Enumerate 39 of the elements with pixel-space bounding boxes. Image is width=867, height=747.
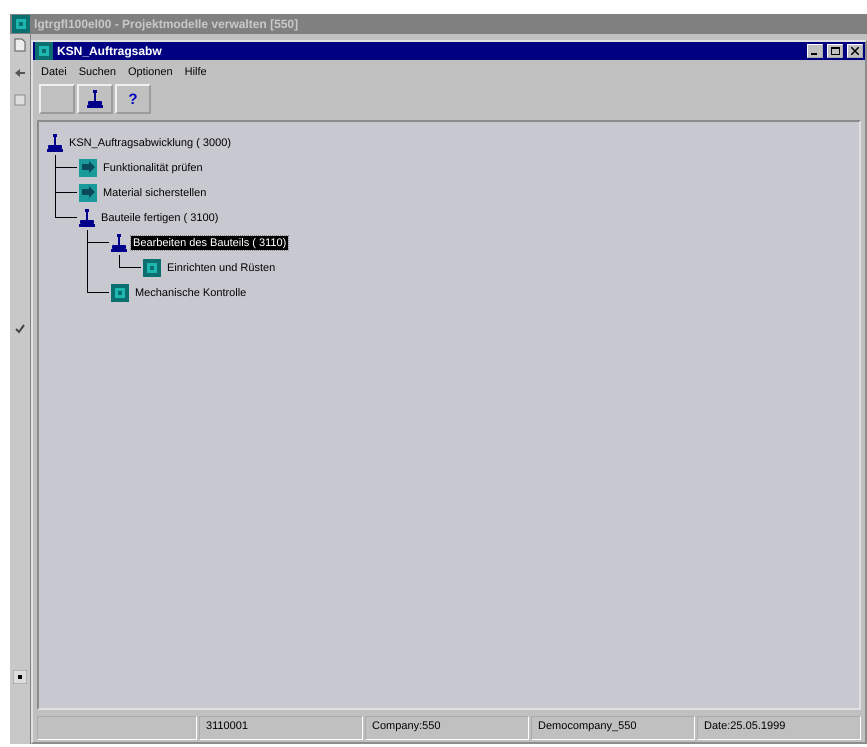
maximize-icon: [830, 47, 840, 55]
tree-item[interactable]: Einrichten und Rüsten: [165, 260, 278, 274]
close-icon: [851, 47, 859, 55]
stamp-button[interactable]: [77, 84, 113, 114]
status-field: Company:550: [365, 716, 529, 740]
tree-item[interactable]: Funktionalität prüfen: [101, 160, 205, 174]
tile-icon: [35, 42, 53, 60]
status-field: 3110001: [199, 716, 363, 740]
tile-icon: [143, 258, 161, 276]
tree-item[interactable]: Bearbeiten des Bauteils ( 3110): [131, 236, 288, 250]
tree-item[interactable]: Material sicherstellen: [101, 186, 208, 200]
status-field: Democompany_550: [531, 716, 695, 740]
menu-item[interactable]: Datei: [41, 66, 67, 78]
tree-item[interactable]: KSN_Auftragsabwicklung ( 3000): [67, 136, 234, 150]
tree-item[interactable]: Bauteile fertigen ( 3100): [99, 210, 220, 224]
stamp-icon: [79, 208, 95, 226]
scroll-button-icon[interactable]: [13, 670, 27, 684]
minimize-button[interactable]: [807, 44, 823, 58]
arrow-tile-icon: [79, 158, 97, 176]
menu-item[interactable]: Optionen: [128, 66, 173, 78]
check-icon: [15, 324, 25, 334]
status-field: Date:25.05.1999: [697, 716, 861, 740]
tile-icon: [111, 284, 129, 302]
close-button[interactable]: [847, 44, 863, 58]
stamp-icon: [87, 90, 103, 108]
tree-item[interactable]: Mechanische Kontrolle: [133, 286, 248, 300]
menu-item[interactable]: Hilfe: [184, 66, 207, 78]
help-button[interactable]: ?: [115, 84, 151, 114]
arrow-tile-icon: [79, 184, 97, 202]
window-title: KSN_Auftragsabw: [57, 44, 163, 58]
stamp-icon: [47, 134, 63, 152]
tile-icon: [12, 15, 30, 33]
small-box-icon[interactable]: [14, 94, 26, 106]
outer-window-title: lgtrgfl100el00 - Projektmodelle verwalten [550]: [34, 17, 298, 31]
maximize-button[interactable]: [827, 44, 843, 58]
document-icon[interactable]: [14, 38, 26, 52]
menu-item[interactable]: Suchen: [78, 66, 116, 78]
stamp-icon: [111, 234, 127, 252]
arrow-icon[interactable]: [14, 66, 26, 80]
